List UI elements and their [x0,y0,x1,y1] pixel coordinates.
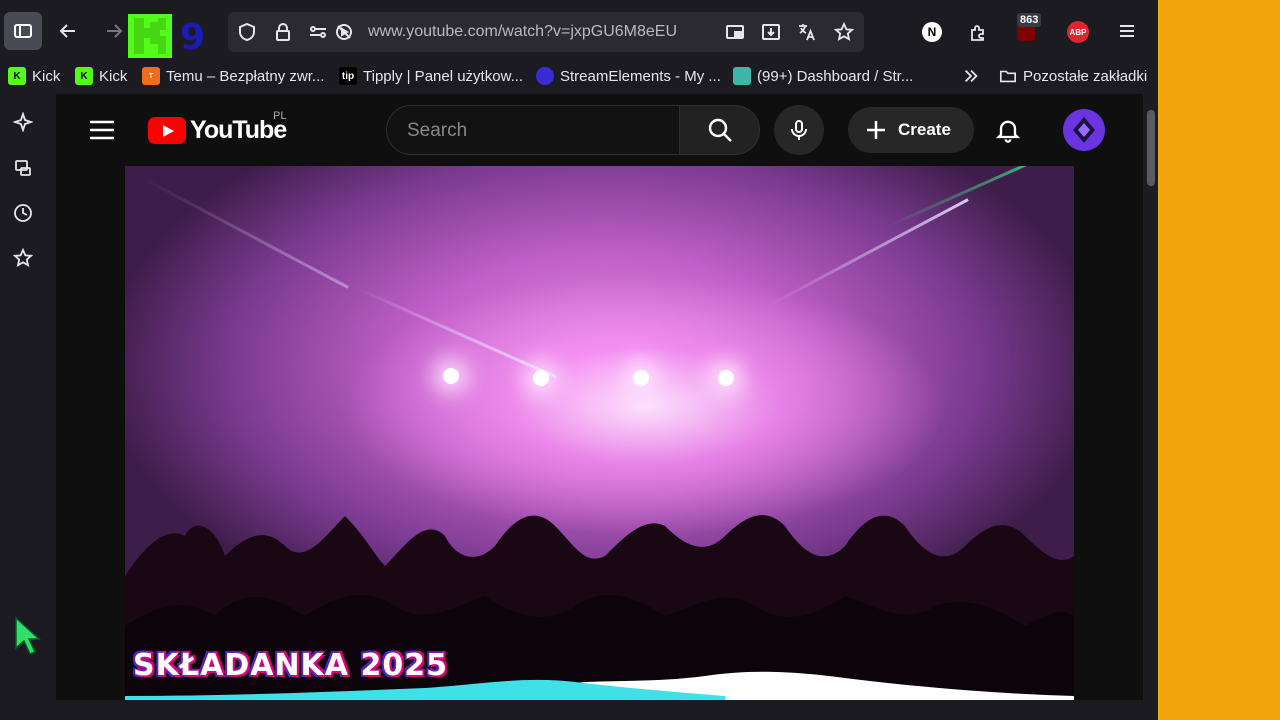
picture-in-picture-icon[interactable] [724,21,746,43]
permissions-icon[interactable] [307,21,329,43]
yt-menu-button[interactable] [88,116,116,144]
avatar-image [1063,109,1105,151]
laser-beam [144,178,349,289]
bookmark-item[interactable]: T Temu – Bezpłatny zwr... [142,66,324,86]
puzzle-icon [971,25,984,41]
bookmark-label: Temu – Bezpłatny zwr... [166,67,325,85]
search-button[interactable] [680,105,760,155]
forward-button[interactable] [98,15,130,47]
page-scrollbar[interactable] [1144,94,1158,720]
streamelements-icon [536,67,554,85]
translate-icon[interactable] [796,21,818,43]
lock-icon[interactable] [272,21,294,43]
history-button[interactable] [7,197,39,229]
bookmark-label: (99+) Dashboard / Str... [757,67,914,85]
page-content: YouTube PL Search Create SKŁADANKA 2025 [56,94,1143,700]
sidebar-icon [14,24,32,38]
voice-search-button[interactable] [774,105,824,155]
bell-icon [995,120,1021,143]
other-bookmarks-folder[interactable]: Pozostałe zakładki [999,66,1147,86]
overlay-number: 9 [180,17,206,58]
download-icon[interactable] [760,21,782,43]
create-label: Create [898,120,951,139]
kick-icon: K [8,67,26,85]
other-bookmarks-label: Pozostałe zakładki [1023,67,1148,85]
notifications-button[interactable] [990,112,1026,148]
bookmarks-bar: K Kick K Kick T Temu – Bezpłatny zwr... … [0,62,1158,90]
video-player[interactable]: SKŁADANKA 2025 [125,166,1074,700]
video-title-overlay: SKŁADANKA 2025 [133,648,448,683]
browser-toolbar: 9 www.youtube.com/watch?v=jxpGU6M8eEU N … [0,0,1158,62]
arrow-left-icon [59,24,75,38]
back-button[interactable] [52,15,84,47]
adblock-plus-button[interactable]: ABP [1062,16,1094,48]
bookmarks-button[interactable] [7,242,39,274]
kick-icon: K [75,67,93,85]
devices-icon [15,160,31,176]
temu-icon: T [142,67,160,85]
stage-light [443,368,459,384]
sparkle-icon [13,112,33,132]
create-button[interactable]: Create [848,107,974,153]
ai-chat-button[interactable] [7,106,39,138]
bookmark-item[interactable]: StreamElements - My ... [536,66,721,86]
notion-extension-button[interactable]: N [916,16,948,48]
tipply-icon: tip [339,67,357,85]
bookmark-item[interactable]: (99+) Dashboard / Str... [733,66,913,86]
chevron-double-right-icon [964,69,978,83]
bookmark-label: Kick [99,67,128,85]
plus-icon [867,121,885,139]
mouse-cursor-icon [15,616,41,655]
youtube-play-icon [148,117,186,144]
shield-icon[interactable] [236,21,258,43]
arrow-right-icon [107,24,123,38]
region-code: PL [273,110,287,122]
search-icon [708,118,732,142]
url-text[interactable]: www.youtube.com/watch?v=jxpGU6M8eEU [368,23,677,41]
abp-icon: ABP [1067,21,1089,43]
youtube-wordmark: YouTube [190,116,287,144]
star-icon [13,248,33,267]
bookmark-star-icon[interactable] [833,21,855,43]
search-placeholder: Search [407,120,468,141]
extension-badge-count: 863 [1017,13,1042,27]
extensions-button[interactable] [962,16,994,48]
laser-beam [354,286,557,379]
stage-light [533,370,549,386]
app-menu-button[interactable] [1111,15,1143,47]
hamburger-icon [1120,25,1134,37]
bookmark-item[interactable]: K Kick [75,66,127,86]
youtube-header: YouTube PL Search Create [56,94,1143,166]
search-input[interactable]: Search [386,105,680,155]
clock-icon [14,204,32,222]
bookmark-label: StreamElements - My ... [560,67,721,85]
notion-icon: N [922,22,942,42]
bookmark-label: Kick [32,67,61,85]
laser-beam [884,166,1069,229]
synced-tabs-button[interactable] [7,152,39,184]
right-desktop-area [1158,0,1280,720]
scrollbar-thumb[interactable] [1147,110,1155,186]
browser-window: 9 www.youtube.com/watch?v=jxpGU6M8eEU N … [0,0,1158,720]
sidebar-toggle-button[interactable] [4,12,42,50]
bookmark-item[interactable]: K Kick [8,66,60,86]
kick-overlay-logo [128,14,172,58]
stage-light [718,370,734,386]
stage-light [633,370,649,386]
youtube-logo[interactable]: YouTube [148,116,287,145]
hamburger-icon [90,120,114,140]
autoplay-blocked-icon[interactable] [333,21,355,43]
bookmark-item[interactable]: tip Tipply | Panel użytkow... [339,66,523,86]
avatar[interactable] [1063,109,1105,151]
bookmarks-overflow-button[interactable] [962,66,980,86]
discord-icon [733,67,751,85]
address-bar[interactable]: www.youtube.com/watch?v=jxpGU6M8eEU [228,12,864,52]
bookmark-label: Tipply | Panel użytkow... [363,67,524,85]
microphone-icon [791,120,807,140]
laser-beam [764,198,969,309]
folder-icon [999,70,1017,83]
